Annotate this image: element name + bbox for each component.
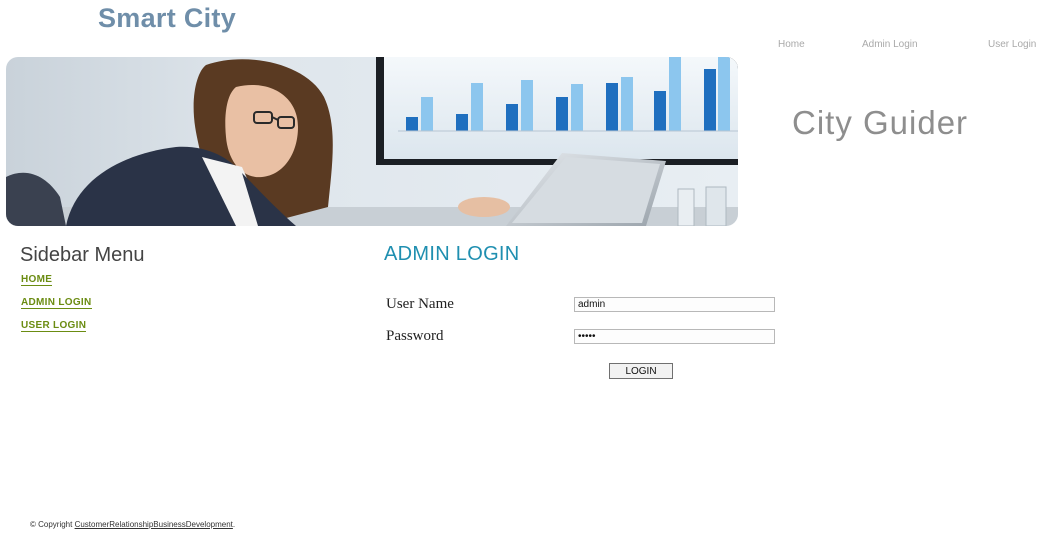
password-label: Password: [386, 328, 444, 344]
top-nav: Home Admin Login User Login: [0, 39, 1064, 53]
page-title: ADMIN LOGIN: [384, 243, 520, 265]
sidebar-item-home[interactable]: HOME: [21, 274, 53, 286]
nav-home-link[interactable]: Home: [778, 39, 805, 50]
sidebar-item-admin-login[interactable]: ADMIN LOGIN: [21, 297, 92, 309]
password-input[interactable]: [574, 329, 775, 344]
nav-user-login-link[interactable]: User Login: [988, 39, 1036, 50]
banner-image: [6, 57, 738, 226]
username-input[interactable]: [574, 297, 775, 312]
username-label: User Name: [386, 296, 454, 312]
footer-suffix: .: [232, 520, 236, 529]
footer: © Copyright CustomerRelationshipBusiness…: [30, 520, 235, 529]
tagline: City Guider: [792, 104, 969, 141]
nav-admin-login-link[interactable]: Admin Login: [862, 39, 918, 50]
copyright-text: © Copyright: [30, 520, 75, 529]
page: Smart City Home Admin Login User Login C…: [0, 0, 1064, 534]
footer-link[interactable]: CustomerRelationshipBusinessDevelopment: [75, 520, 233, 529]
sidebar-item-user-login[interactable]: USER LOGIN: [21, 320, 87, 332]
site-title: Smart City: [98, 3, 237, 33]
login-button[interactable]: LOGIN: [609, 363, 673, 379]
sidebar-title: Sidebar Menu: [20, 244, 145, 266]
